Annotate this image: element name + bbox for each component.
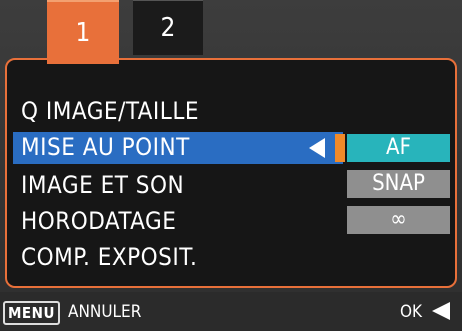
camera-menu-screen: 1 2 Q IMAGE/TAILLE MISE AU POINT IMAGE E… [0, 0, 462, 331]
menu-item-date-imprint[interactable]: HORODATAGE [21, 204, 176, 238]
tab-1[interactable]: 1 [47, 0, 119, 64]
menu-item-label: COMP. EXPOSIT. [21, 243, 198, 271]
tab-2-label: 2 [160, 13, 176, 43]
option-label: ∞ [390, 207, 407, 232]
menu-item-image-size[interactable]: Q IMAGE/TAILLE [21, 94, 199, 128]
footer-bar: MENU ANNULER OK [0, 292, 462, 331]
menu-item-label: IMAGE ET SON [21, 171, 185, 199]
menu-item-label: Q IMAGE/TAILLE [21, 97, 199, 125]
ok-label: OK [400, 302, 423, 322]
menu-item-focus[interactable]: MISE AU POINT [21, 130, 190, 164]
option-label: SNAP [372, 171, 425, 196]
menu-key-icon[interactable]: MENU [3, 301, 60, 325]
option-snap[interactable]: SNAP [347, 170, 450, 198]
option-label: AF [386, 135, 411, 160]
tab-2[interactable]: 2 [133, 0, 203, 55]
ok-arrow-icon[interactable] [432, 302, 450, 320]
cancel-label: ANNULER [68, 302, 142, 322]
menu-item-exposure-comp[interactable]: COMP. EXPOSIT. [21, 240, 197, 274]
menu-item-image-sound[interactable]: IMAGE ET SON [21, 168, 184, 202]
selection-marker [335, 134, 345, 162]
menu-item-label: HORODATAGE [21, 207, 177, 235]
menu-item-label: MISE AU POINT [21, 133, 190, 161]
tab-1-label: 1 [75, 18, 91, 48]
option-af[interactable]: AF [335, 134, 450, 162]
left-triangle-icon [309, 138, 325, 158]
menu-panel: Q IMAGE/TAILLE MISE AU POINT IMAGE ET SO… [5, 58, 457, 288]
option-infinity[interactable]: ∞ [347, 206, 450, 234]
